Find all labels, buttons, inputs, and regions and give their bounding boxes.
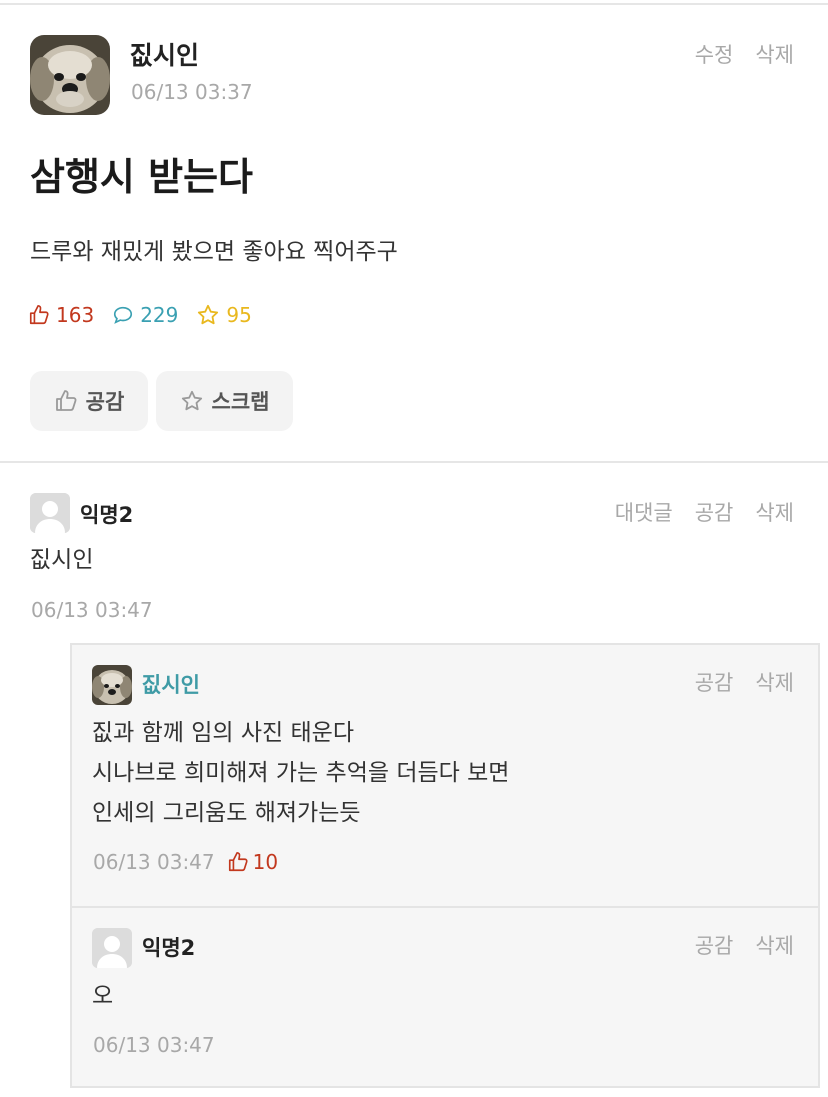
comment-count-value: 229 bbox=[140, 303, 179, 327]
reply-line: 짒과 함께 임의 사진 태운다 bbox=[92, 720, 355, 746]
like-count-value: 163 bbox=[56, 303, 95, 327]
comment-count: 229 bbox=[112, 303, 178, 327]
scrap-count: 95 bbox=[196, 303, 252, 327]
comment-timestamp: 06/13 03:47 bbox=[31, 598, 153, 622]
reply-delete-button[interactable]: 삭제 bbox=[755, 930, 794, 960]
reply-author-name[interactable]: 짒시인 bbox=[142, 669, 200, 699]
reply-like-button[interactable]: 공감 bbox=[695, 930, 734, 960]
reply-item: 짒시인 공감 삭제 짒과 함께 임의 사진 태운다 시나브로 희미해져 가는 추… bbox=[70, 643, 820, 908]
like-button-label: 공감 bbox=[85, 390, 125, 414]
reply-timestamp: 06/13 03:47 bbox=[93, 1033, 215, 1057]
comment-author-name: 익명2 bbox=[80, 503, 134, 527]
scrap-button-label: 스크랩 bbox=[211, 390, 270, 414]
edit-button[interactable]: 수정 bbox=[695, 39, 734, 69]
reply-like-button[interactable]: 공감 bbox=[695, 667, 734, 697]
scrap-count-value: 95 bbox=[226, 303, 252, 327]
comment-text: 짒시인 bbox=[30, 547, 94, 573]
like-count: 163 bbox=[28, 303, 94, 327]
comment-delete-button[interactable]: 삭제 bbox=[755, 497, 794, 527]
anonymous-avatar-icon bbox=[92, 928, 132, 968]
post-stats: 163 229 95 bbox=[28, 303, 252, 327]
post-body: 드루와 재밌게 봤으면 좋아요 찍어주구 bbox=[30, 239, 398, 265]
comment-like-button[interactable]: 공감 bbox=[695, 497, 734, 527]
post-title: 삼행시 받는다 bbox=[30, 155, 253, 199]
reply-like-count: 10 bbox=[227, 850, 278, 874]
reply-meta: 06/13 03:47 10 bbox=[93, 850, 278, 874]
post-timestamp: 06/13 03:37 bbox=[131, 80, 253, 104]
post-actions: 수정 삭제 bbox=[695, 39, 794, 69]
thumbs-up-icon bbox=[228, 852, 248, 872]
reply-button[interactable]: 대댓글 bbox=[615, 497, 673, 527]
reply-author-avatar[interactable] bbox=[92, 665, 132, 705]
star-icon bbox=[181, 390, 202, 411]
reply-like-value: 10 bbox=[252, 850, 279, 874]
thumbs-up-icon bbox=[55, 390, 77, 411]
reply-line: 인세의 그리움도 해져가는듯 bbox=[92, 800, 361, 826]
reply-actions: 공감 삭제 bbox=[695, 930, 794, 960]
speech-bubble-icon bbox=[114, 306, 133, 324]
thumbs-up-icon bbox=[29, 305, 49, 325]
scrap-button[interactable]: 스크랩 bbox=[156, 371, 293, 431]
reply-author-name: 익명2 bbox=[142, 936, 196, 960]
comment-actions: 대댓글 공감 삭제 bbox=[615, 497, 794, 527]
reply-text: 오 bbox=[92, 983, 114, 1009]
post-author-name[interactable]: 짒시인 bbox=[130, 36, 199, 72]
author-avatar[interactable] bbox=[30, 35, 110, 115]
reply-line: 시나브로 희미해져 가는 추억을 더듬다 보면 bbox=[92, 760, 510, 786]
anonymous-avatar-icon bbox=[30, 493, 70, 533]
top-divider bbox=[0, 3, 828, 5]
like-button[interactable]: 공감 bbox=[30, 371, 148, 431]
reply-timestamp: 06/13 03:47 bbox=[93, 850, 215, 874]
reply-delete-button[interactable]: 삭제 bbox=[755, 667, 794, 697]
delete-button[interactable]: 삭제 bbox=[755, 39, 794, 69]
reply-actions: 공감 삭제 bbox=[695, 667, 794, 697]
star-icon bbox=[198, 304, 219, 325]
reply-item: 익명2 공감 삭제 오 06/13 03:47 bbox=[70, 906, 820, 1088]
section-divider bbox=[0, 461, 828, 463]
reply-text: 짒과 함께 임의 사진 태운다 시나브로 희미해져 가는 추억을 더듬다 보면 … bbox=[92, 713, 509, 833]
